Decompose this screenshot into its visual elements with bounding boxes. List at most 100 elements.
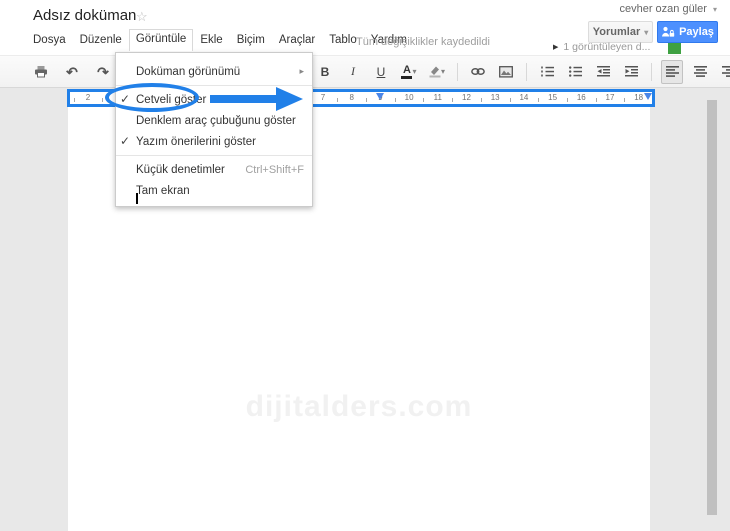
chevron-down-icon: ▾ — [412, 67, 417, 76]
ruler-number: 14 — [519, 93, 529, 102]
text-color-icon: A — [401, 64, 413, 79]
view-menu-dropdown: Doküman görünümü ▸ ✓ Cetveli göster Denk… — [115, 52, 313, 207]
menu-item-shortcut: Ctrl+Shift+F — [245, 163, 304, 176]
vertical-scrollbar[interactable] — [707, 100, 717, 515]
align-right-icon — [721, 66, 730, 77]
ruler-tick — [366, 98, 368, 102]
ruler-tick — [480, 98, 482, 102]
ruler-number: 16 — [576, 93, 586, 102]
ruler-tick — [509, 98, 511, 102]
printer-icon — [34, 65, 48, 78]
align-right-button[interactable] — [717, 60, 730, 84]
menu-item-denklem-arac-cubugu[interactable]: Denklem araç çubuğunu göster — [116, 110, 312, 131]
insert-image-button[interactable] — [495, 60, 517, 84]
chevron-down-icon: ▾ — [712, 5, 717, 14]
ruler-number: 8 — [349, 93, 354, 102]
bold-button[interactable]: B — [314, 60, 336, 84]
menu-item-tam-ekran[interactable]: Tam ekran — [116, 180, 312, 201]
ruler-number: 10 — [404, 93, 414, 102]
indent-marker-icon[interactable] — [376, 93, 384, 100]
underline-icon: U — [376, 64, 386, 79]
account-menu[interactable]: cevher ozan güler ▾ — [619, 3, 717, 15]
undo-button[interactable]: ↶ — [61, 60, 83, 84]
menu-duzenle[interactable]: Düzenle — [73, 31, 129, 49]
annotation-arrow-head-icon — [276, 87, 303, 111]
toolbar: ↶ ↷ ▾ B I U — [0, 55, 730, 88]
menu-item-label: Yazım önerilerini göster — [136, 135, 256, 148]
chevron-down-icon: ▾ — [441, 67, 446, 76]
menu-item-dokuman-gorunumu[interactable]: Doküman görünümü ▸ — [116, 61, 312, 82]
header: Adsız doküman ☆ Dosya Düzenle Görüntüle … — [0, 0, 730, 55]
ruler-number: 2 — [85, 93, 91, 102]
google-docs-window: Adsız doküman ☆ Dosya Düzenle Görüntüle … — [0, 0, 730, 531]
redo-icon: ↷ — [97, 63, 109, 80]
bulleted-list-icon — [568, 66, 582, 77]
undo-icon: ↶ — [66, 63, 78, 80]
ruler-number: 7 — [320, 93, 326, 102]
increase-indent-button[interactable] — [620, 60, 642, 84]
menu-item-yazim-onerileri[interactable]: ✓ Yazım önerilerini göster — [116, 131, 312, 152]
document-title[interactable]: Adsız doküman — [33, 7, 136, 24]
chevron-down-icon: ▾ — [644, 27, 649, 37]
toolbar-separator — [651, 62, 653, 81]
ruler-number: 12 — [462, 93, 471, 102]
ruler-number: 11 — [433, 93, 442, 102]
share-button[interactable]: Paylaş — [657, 21, 718, 43]
align-center-icon — [693, 66, 707, 77]
bold-icon: B — [320, 64, 330, 79]
comments-button[interactable]: Yorumlar ▾ — [588, 21, 653, 43]
share-person-lock-icon — [661, 26, 675, 38]
menu-item-label: Tam ekran — [136, 184, 190, 197]
decrease-indent-button[interactable] — [592, 60, 614, 84]
align-left-icon — [665, 66, 679, 77]
menu-ekle[interactable]: Ekle — [193, 31, 229, 49]
menu-item-kucuk-denetimler[interactable]: Küçük denetimler Ctrl+Shift+F — [116, 159, 312, 180]
increase-indent-icon — [624, 66, 638, 77]
menu-dosya[interactable]: Dosya — [26, 31, 73, 49]
right-indent-marker-icon[interactable] — [644, 93, 652, 100]
menu-item-label: Denklem araç çubuğunu göster — [136, 114, 296, 127]
menu-item-label: Doküman görünümü — [136, 65, 241, 78]
ruler-number: 13 — [490, 93, 500, 102]
ruler-number: 17 — [605, 93, 615, 102]
toolbar-separator — [526, 62, 528, 81]
menu-bicim[interactable]: Biçim — [230, 31, 272, 49]
menu-separator — [116, 155, 312, 156]
decrease-indent-icon — [596, 66, 610, 77]
bulleted-list-button[interactable] — [564, 60, 586, 84]
ruler-tick — [102, 98, 104, 102]
numbered-list-button[interactable] — [536, 60, 558, 84]
ruler-tick — [394, 98, 396, 102]
save-status: Tüm değişiklikler kaydedildi — [356, 36, 490, 48]
checkmark-icon: ✓ — [120, 134, 131, 148]
underline-button[interactable]: U — [370, 60, 392, 84]
italic-button[interactable]: I — [342, 60, 364, 84]
ruler-tick — [595, 98, 597, 102]
ruler-tick — [423, 98, 425, 102]
star-icon[interactable]: ☆ — [136, 9, 148, 25]
ruler-tick — [566, 98, 568, 102]
numbered-list-icon — [540, 66, 554, 77]
menu-goruntule[interactable]: Görüntüle — [128, 28, 194, 51]
menu-araclar[interactable]: Araçlar — [272, 31, 322, 49]
ruler-number: 15 — [548, 93, 558, 102]
submenu-arrow-icon: ▸ — [299, 66, 304, 76]
viewers-label: 1 görüntüleyen d... — [563, 41, 651, 53]
ruler-tick — [452, 98, 454, 102]
redo-button[interactable]: ↷ — [92, 60, 114, 84]
text-color-button[interactable]: A ▾ — [398, 60, 420, 84]
insert-link-button[interactable] — [467, 60, 489, 84]
text-cursor — [136, 193, 138, 204]
user-name-label: cevher ozan güler — [619, 3, 707, 15]
align-center-button[interactable] — [689, 60, 711, 84]
highlight-color-button[interactable]: ▾ — [426, 60, 448, 84]
ruler-tick — [624, 98, 626, 102]
align-left-button[interactable] — [661, 59, 684, 84]
ruler-tick — [73, 98, 75, 102]
italic-icon: I — [351, 64, 355, 78]
link-icon — [471, 66, 485, 77]
print-button[interactable] — [30, 60, 52, 84]
viewers-indicator[interactable]: ▶ 1 görüntüleyen d... — [553, 41, 650, 53]
annotation-ellipse — [105, 83, 199, 112]
expand-arrow-icon: ▶ — [553, 44, 559, 51]
